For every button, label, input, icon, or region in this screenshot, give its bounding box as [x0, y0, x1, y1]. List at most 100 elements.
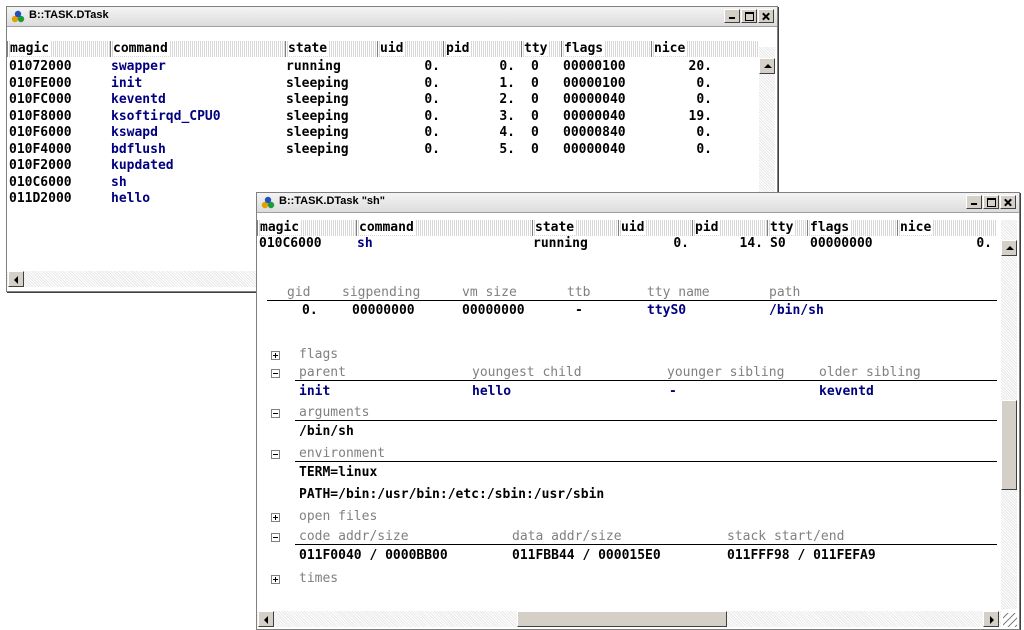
- value-older-sibling[interactable]: keventd: [819, 384, 874, 400]
- cell-command[interactable]: swapper: [111, 59, 283, 75]
- label-path: path: [769, 285, 801, 300]
- scroll-up-button[interactable]: [1001, 240, 1017, 256]
- arrow-up-icon: [764, 64, 772, 68]
- close-button[interactable]: [758, 9, 774, 23]
- value-younger-sibling: -: [669, 384, 677, 399]
- cell-uid: 0.: [424, 75, 440, 91]
- column-header-magic[interactable]: magic: [7, 41, 110, 57]
- cell-tty: [531, 158, 559, 174]
- task-list-titlebar[interactable]: B::TASK.DTask: [7, 7, 777, 27]
- task-detail-titlebar[interactable]: B::TASK.DTask "sh": [257, 193, 1019, 213]
- column-header-tty[interactable]: tty: [767, 220, 807, 236]
- value-parent[interactable]: init: [299, 384, 330, 400]
- maximize-button[interactable]: [741, 9, 757, 23]
- arrow-left-icon: [264, 616, 268, 624]
- column-header-nice[interactable]: nice: [651, 41, 759, 57]
- collapse-environment-icon[interactable]: [271, 450, 280, 459]
- cell-tty: 0: [531, 92, 539, 107]
- table-row[interactable]: 010FE000 init sleeping 0. 1. 0 00000100 0.: [7, 76, 759, 92]
- table-row[interactable]: 010F8000 ksoftirqd_CPU0 sleeping 0. 3. 0 00000…: [7, 109, 759, 125]
- column-header-flags[interactable]: flags: [561, 41, 651, 57]
- cell-pid: [444, 158, 515, 174]
- cell-uid: 0.: [424, 108, 440, 124]
- collapse-family-icon[interactable]: [271, 369, 280, 378]
- scroll-thumb[interactable]: [1001, 400, 1017, 490]
- cell-command[interactable]: keventd: [111, 92, 283, 108]
- horizontal-scrollbar[interactable]: [7, 271, 257, 287]
- value-code-addr-size: 011F0040 / 0000BB00: [299, 548, 448, 563]
- column-header-pid[interactable]: pid: [692, 220, 767, 236]
- cell-nice: 0.: [696, 75, 712, 91]
- cell-uid: 0.: [424, 125, 440, 140]
- column-header-pid[interactable]: pid: [443, 41, 521, 57]
- scroll-right-button[interactable]: [983, 611, 999, 627]
- cell-command[interactable]: kswapd: [111, 125, 283, 141]
- table-row[interactable]: 010FC000 keventd sleeping 0. 2. 0 00000040 0.: [7, 92, 759, 108]
- cell-state: sleeping: [286, 75, 349, 91]
- label-ttb: ttb: [567, 285, 591, 300]
- scroll-left-button[interactable]: [8, 271, 24, 287]
- value-tty-name[interactable]: ttyS0: [647, 303, 686, 319]
- cell-command[interactable]: init: [111, 76, 283, 92]
- cell-uid: [378, 175, 440, 191]
- resize-grip-icon[interactable]: [1003, 613, 1017, 627]
- vertical-scrollbar[interactable]: [1001, 220, 1017, 609]
- scroll-left-button[interactable]: [258, 611, 274, 627]
- column-header-magic[interactable]: magic: [257, 220, 356, 236]
- cell-pid: 4.: [499, 125, 515, 140]
- expand-flags-icon[interactable]: [271, 351, 280, 360]
- cell-command[interactable]: kupdated: [111, 158, 283, 174]
- cell-tty: 0: [531, 108, 539, 124]
- cell-command[interactable]: sh: [357, 236, 529, 252]
- value-youngest-child[interactable]: hello: [472, 384, 511, 400]
- column-header-tty[interactable]: tty: [521, 41, 561, 57]
- collapse-arguments-icon[interactable]: [271, 409, 280, 418]
- close-button[interactable]: [1000, 195, 1016, 209]
- table-row[interactable]: 010C6000 sh: [7, 175, 759, 191]
- expand-times-icon[interactable]: [271, 575, 280, 584]
- scroll-thumb[interactable]: [517, 611, 727, 627]
- column-header-uid[interactable]: uid: [377, 41, 443, 57]
- value-path[interactable]: /bin/sh: [769, 303, 824, 319]
- value-environment-term: TERM=linux: [299, 465, 378, 480]
- cell-command[interactable]: sh: [111, 175, 283, 191]
- column-header-command[interactable]: command: [356, 220, 532, 236]
- minimize-button[interactable]: [966, 195, 982, 209]
- cell-magic: 010F2000: [9, 158, 72, 173]
- label-tty-name: tty name: [647, 285, 710, 300]
- label-stack-start-end: stack start/end: [727, 529, 845, 544]
- column-header-nice[interactable]: nice: [897, 220, 997, 236]
- table-row[interactable]: 01072000 swapper running 0. 0. 0 00000100 20.: [7, 59, 759, 75]
- app-icon: [261, 196, 275, 209]
- table-row[interactable]: 010F2000 kupdated: [7, 158, 759, 174]
- table-row[interactable]: 010F4000 bdflush sleeping 0. 5. 0 00000040 0.: [7, 142, 759, 158]
- maximize-button[interactable]: [983, 195, 999, 209]
- label-gid: gid: [287, 285, 311, 300]
- horizontal-scrollbar[interactable]: [257, 611, 1001, 627]
- label-code-addr-size: code addr/size: [299, 529, 409, 544]
- expand-open-files-icon[interactable]: [271, 513, 280, 522]
- collapse-memory-icon[interactable]: [271, 533, 280, 542]
- table-row[interactable]: 010F6000 kswapd sleeping 0. 4. 0 00000840 0.: [7, 125, 759, 141]
- divider: [295, 544, 997, 545]
- cell-nice: [652, 158, 712, 174]
- cell-flags: 00000100: [563, 59, 626, 74]
- cell-command[interactable]: bdflush: [111, 142, 283, 158]
- scroll-up-button[interactable]: [759, 58, 775, 74]
- cell-uid: [378, 158, 440, 174]
- minimize-button[interactable]: [724, 9, 740, 23]
- arrow-up-icon: [1006, 246, 1014, 250]
- column-header-flags[interactable]: flags: [807, 220, 897, 236]
- column-header-state[interactable]: state: [532, 220, 618, 236]
- cell-magic: 010FC000: [9, 92, 72, 107]
- arrow-left-icon: [14, 276, 18, 284]
- cell-uid: 0.: [424, 92, 440, 107]
- value-arguments: /bin/sh: [299, 424, 354, 439]
- column-header-uid[interactable]: uid: [618, 220, 692, 236]
- column-header-command[interactable]: command: [110, 41, 285, 57]
- table-row[interactable]: 010C6000 sh running 0. 14. S0 00000000 0…: [257, 236, 997, 252]
- cell-command[interactable]: ksoftirqd_CPU0: [111, 109, 283, 125]
- column-header-state[interactable]: state: [285, 41, 377, 57]
- cell-uid: 0.: [673, 236, 689, 251]
- cell-uid: 0.: [424, 59, 440, 74]
